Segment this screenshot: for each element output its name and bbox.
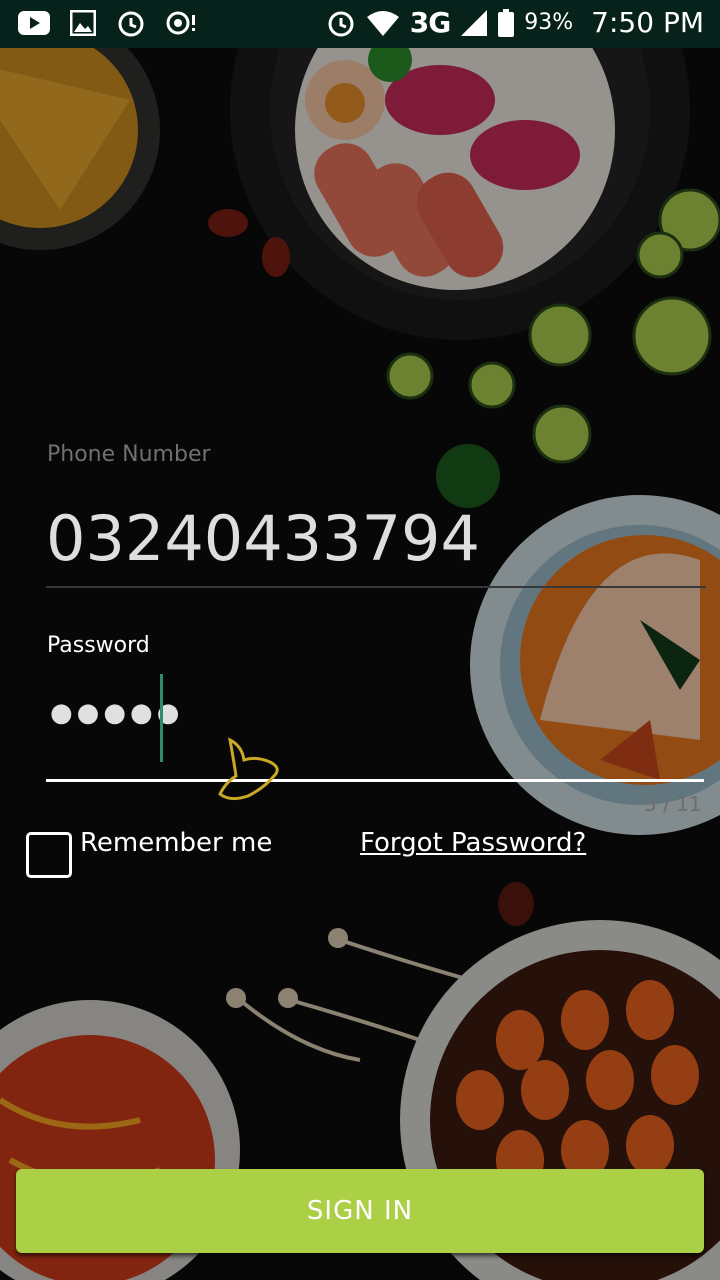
remember-me-label[interactable]: Remember me — [80, 828, 272, 858]
status-bar: 3G 93% 7:50 PM — [0, 0, 720, 48]
text-cursor — [160, 674, 163, 762]
battery-icon — [498, 8, 515, 37]
forgot-password-link[interactable]: Forgot Password? — [360, 828, 586, 858]
phone-number-input[interactable] — [46, 490, 706, 588]
status-left-icons — [18, 8, 198, 38]
battery-percent: 93% — [524, 10, 574, 35]
clock: 7:50 PM — [591, 6, 704, 39]
image-icon — [70, 10, 96, 36]
signal-icon — [461, 9, 488, 36]
sync-icon — [166, 11, 195, 35]
page-counter: 5 / 11 — [644, 792, 702, 816]
alarm-icon — [118, 11, 144, 37]
sign-in-button[interactable]: SIGN IN — [16, 1169, 704, 1253]
status-right: 3G 93% 7:50 PM — [326, 6, 704, 39]
password-mask: ●●●●● — [50, 698, 184, 728]
phone-number-label: Phone Number — [47, 442, 211, 467]
youtube-icon — [18, 11, 50, 35]
password-label: Password — [47, 633, 150, 658]
remember-me-checkbox[interactable] — [26, 832, 72, 878]
network-type: 3G — [409, 6, 451, 39]
wifi-icon — [366, 10, 399, 36]
alarm-icon — [328, 11, 354, 36]
tap-hand-icon — [218, 737, 279, 801]
password-input[interactable]: ●●●●● — [46, 670, 704, 782]
